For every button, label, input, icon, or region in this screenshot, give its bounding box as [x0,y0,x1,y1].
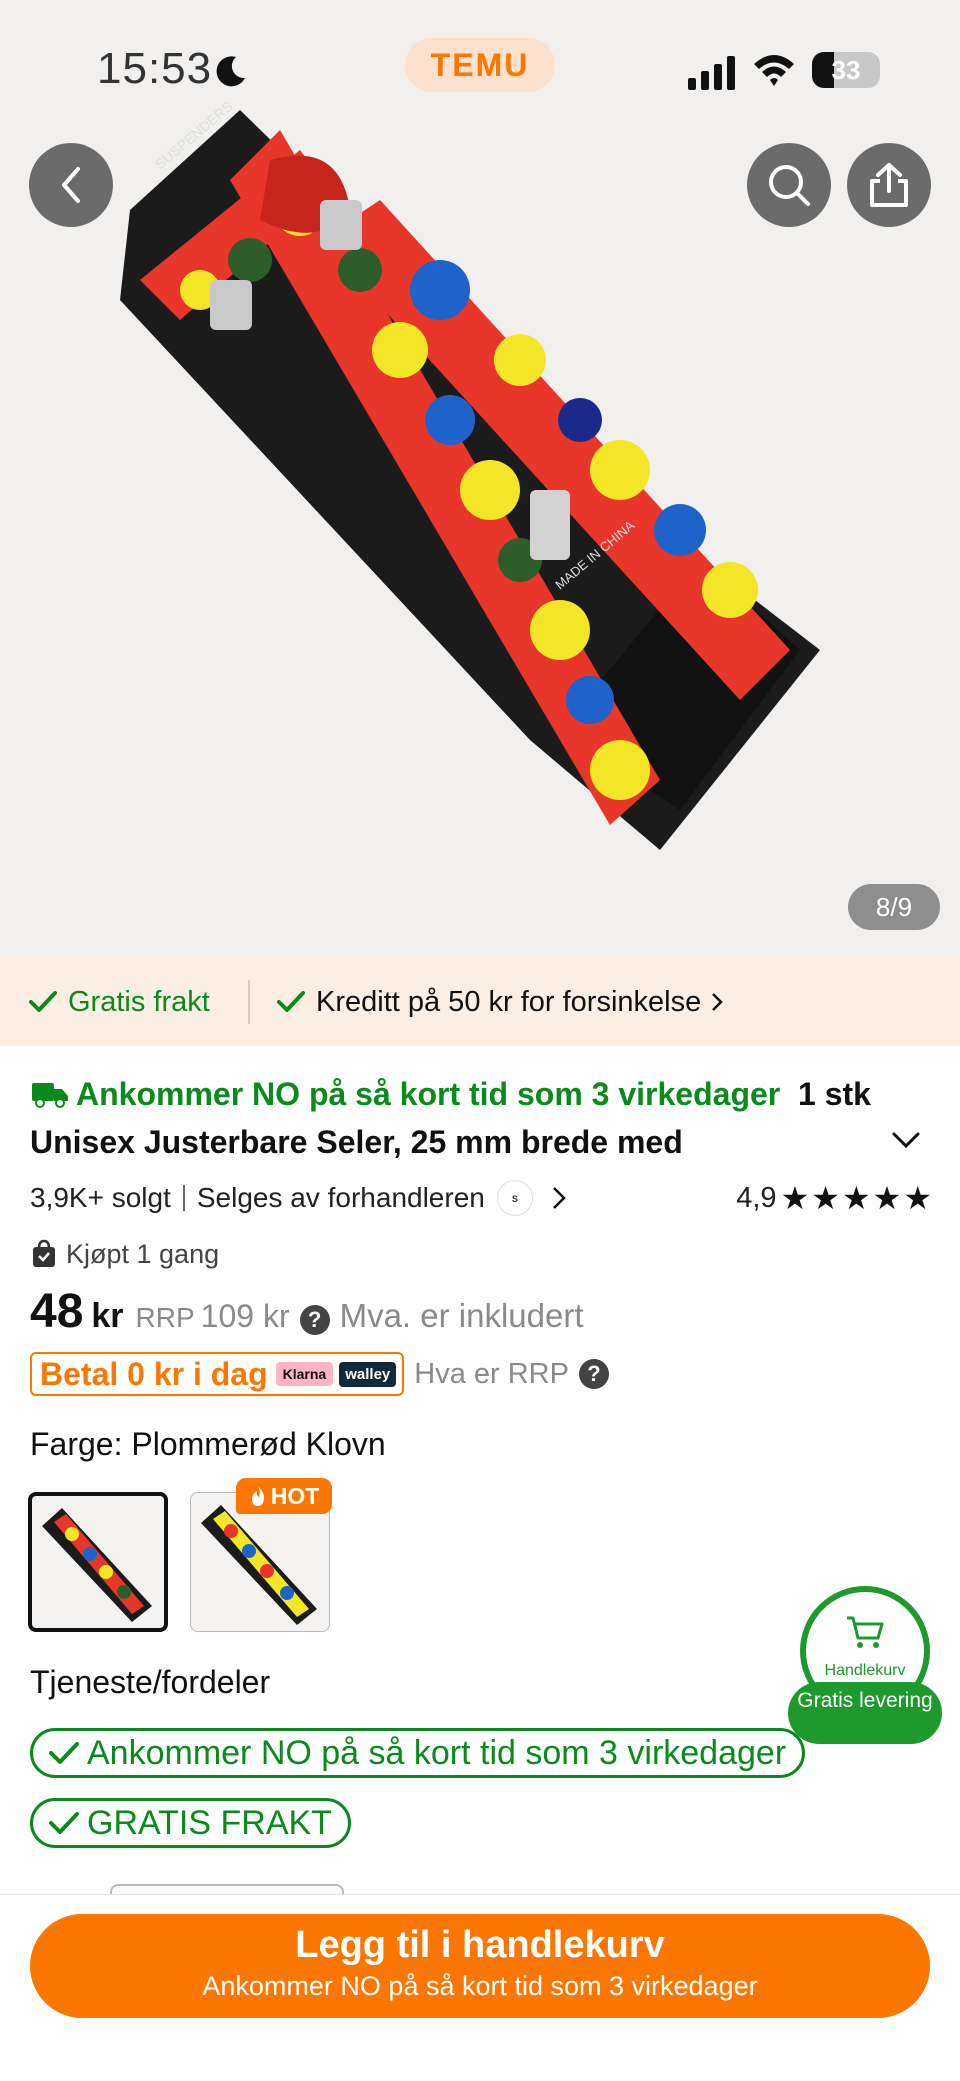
shopping-bag-icon [33,1239,55,1267]
pay-today-text: Betal 0 kr i dag [40,1355,268,1392]
moon-icon [216,56,245,87]
color-label: Farge: Plommerød Klovn [30,1426,386,1462]
chevron-down-icon[interactable] [888,1128,924,1152]
pay-later-row: Betal 0 kr i dag Klarna walley Hva er RR… [30,1352,609,1396]
free-shipping-pill-label: GRATIS FRAKT [87,1803,332,1842]
help-icon[interactable]: ? [578,1359,609,1389]
rrp-info-link[interactable]: Hva er RRP [414,1358,569,1391]
free-shipping-pill: GRATIS FRAKT [30,1798,351,1848]
check-icon [29,991,57,1012]
free-shipping-label: Gratis frakt [68,985,210,1018]
bought-info: Kjøpt 1 gang [30,1234,219,1274]
arrival-pill: Ankommer NO på så kort tid som 3 virkeda… [30,1728,806,1778]
benefit-strip: Gratis frakt Kreditt på 50 kr for forsin… [0,958,960,1046]
flame-icon [251,1486,264,1506]
price-row: 48 kr RRP 109 kr ? Mva. er inkludert [30,1284,584,1348]
bought-text: Kjøpt 1 gang [66,1238,220,1269]
arrival-pill-label: Ankommer NO på så kort tid som 3 virkeda… [87,1733,787,1772]
share-icon [870,163,908,207]
product-meta-row: 3,9K+ solgt Selges av forhandleren S 4,9… [30,1176,934,1220]
walley-logo: walley [339,1361,397,1387]
chevron-right-icon [712,993,724,1011]
delay-credit-label: Kreditt på 50 kr for forsinkelse [316,985,702,1018]
chevron-left-icon [62,167,80,203]
wifi-icon [754,55,794,86]
sold-count: 3,9K+ solgt [30,1182,171,1213]
chevron-right-icon[interactable] [551,1185,567,1211]
price-currency: kr [91,1297,124,1335]
color-swatch-selected[interactable] [28,1492,168,1632]
price-value: 48 [30,1285,84,1338]
add-to-cart-label: Legg til i handlekurv [295,1924,665,1966]
free-delivery-badge: Gratis levering [788,1682,942,1744]
service-label: Tjeneste/fordeler [30,1664,271,1700]
check-icon [277,991,305,1012]
cart-label: Handlekurv [824,1662,906,1679]
rating[interactable]: 4,9 ★★★★★ [736,1179,934,1217]
product-image-gallery[interactable]: SUSPENDERS MADE IN CHINA 15:53 TEMU 33 8… [0,0,960,958]
check-icon [49,1812,79,1834]
hot-label: HOT [270,1482,320,1509]
status-time: 15:53 [97,44,213,93]
divider [248,980,250,1024]
vat-text: Mva. er inkludert [339,1297,584,1334]
search-icon [769,165,810,206]
add-to-cart-sublabel: Ankommer NO på så kort tid som 3 virkeda… [202,1971,758,2001]
image-counter: 8/9 [848,884,940,930]
divider [182,1185,185,1211]
product-title[interactable]: Ankommer NO på så kort tid som 3 virkeda… [30,1070,910,1166]
pay-later-box[interactable]: Betal 0 kr i dag Klarna walley [30,1352,405,1396]
truck-icon [32,1083,68,1108]
klarna-logo: Klarna [275,1362,334,1386]
share-button[interactable] [847,143,931,227]
star-rating-icons: ★★★★★ [780,1180,934,1216]
rrp-value: 109 kr [200,1298,290,1334]
rrp-label: RRP [135,1302,195,1333]
rating-value: 4,9 [736,1181,777,1214]
add-to-cart-button[interactable]: Legg til i handlekurv Ankommer NO på så … [30,1914,930,2018]
cart-icon [847,1616,884,1648]
status-bar: 15:53 TEMU 33 [0,0,960,120]
free-shipping-benefit: Gratis frakt [28,986,210,1019]
swatch-thumbnail [42,1508,152,1622]
battery-indicator: 33 [812,52,880,88]
help-icon[interactable]: ? [299,1305,330,1335]
temu-logo: TEMU [405,38,555,92]
seller-link[interactable]: Selges av forhandleren [197,1182,485,1214]
seller-logo[interactable]: S [496,1180,533,1216]
arrival-text: Ankommer NO på så kort tid som 3 virkeda… [76,1076,781,1112]
battery-percent: 33 [831,55,861,85]
delay-credit-benefit[interactable]: Kreditt på 50 kr for forsinkelse [276,986,725,1019]
cellular-signal-icon [688,56,735,90]
search-button[interactable] [747,143,831,227]
hot-badge: HOT [236,1478,332,1514]
check-icon [49,1742,79,1764]
back-button[interactable] [29,143,113,227]
